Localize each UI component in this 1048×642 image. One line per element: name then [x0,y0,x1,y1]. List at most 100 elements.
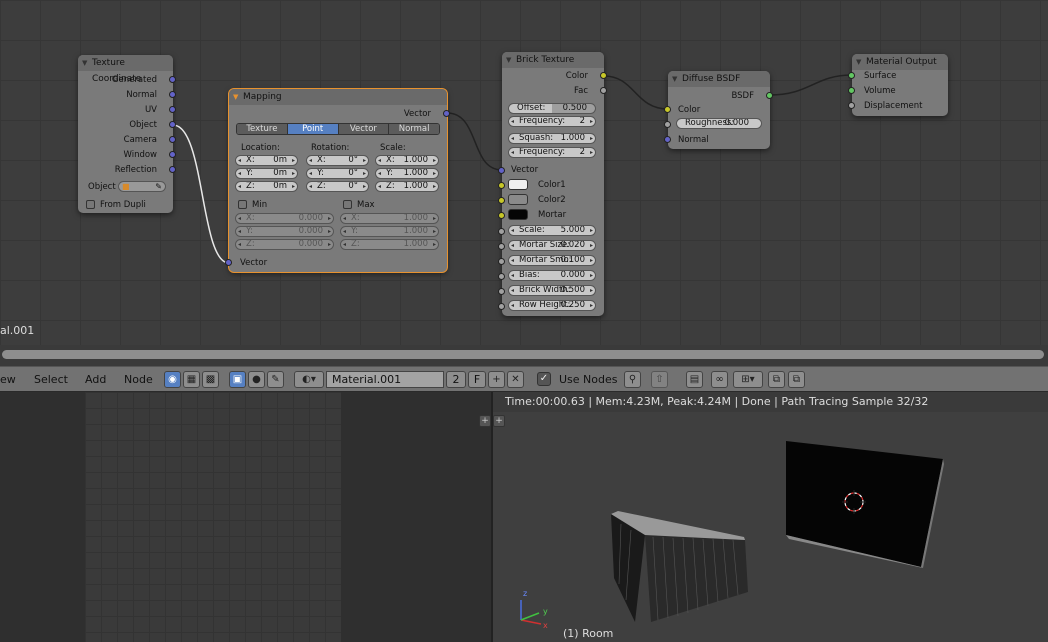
mapping-type-tabs[interactable]: Texture Point Vector Normal [236,123,440,135]
horizontal-scrollbar[interactable] [0,346,1048,364]
socket-normal[interactable] [169,91,176,98]
mortar-smooth-field[interactable]: ◂ Mortar Smo: 0.100 ▸ [508,255,596,266]
mapping-node[interactable]: ▼ Mapping Vector Texture Point Vector Nor… [225,89,450,272]
max-checkbox[interactable] [343,200,352,209]
location-x-field[interactable]: ◂ X: 0m ▸ [235,155,298,166]
tab-texture[interactable]: Texture [237,124,288,134]
socket-fac-out[interactable] [600,87,607,94]
material-output-node[interactable]: ▼ Material Output Surface Volume Displace… [848,54,948,116]
frequency-field-1[interactable]: ◂ Frequency: 2 ▸ [508,116,596,127]
socket-mortar-smooth-in[interactable] [498,258,505,265]
socket-color-in[interactable] [664,106,671,113]
frequency-field-2[interactable]: ◂ Frequency: 2 ▸ [508,147,596,158]
min-checkbox[interactable] [238,200,247,209]
socket-mortar-in[interactable] [498,212,505,219]
offset-slider[interactable]: Offset: 0.500 [508,103,596,114]
menu-select[interactable]: Select [34,373,68,386]
location-z-field[interactable]: ◂ Z: 0m ▸ [235,181,298,192]
menu-view[interactable]: ew [0,373,16,386]
texture-coordinate-node[interactable]: ▼ Texture Coordinate Generated Normal UV … [78,55,176,213]
toolshelf-toggle-icon[interactable]: + [493,415,505,427]
object-field[interactable]: ■ ✎ [118,181,166,192]
tab-normal[interactable]: Normal [389,124,439,134]
socket-bias-in[interactable] [498,273,505,280]
socket-color2-in[interactable] [498,197,505,204]
min-y-field[interactable]: ◂ Y: 0.000 ▸ [235,226,334,237]
location-y-field[interactable]: ◂ Y: 0m ▸ [235,168,298,179]
brick-width-field[interactable]: ◂ Brick Width: 0.500 ▸ [508,285,596,296]
object-shader-icon[interactable]: ▣ [229,371,246,388]
menu-add[interactable]: Add [85,373,106,386]
node-header[interactable]: ▼ Brick Texture [502,52,604,68]
socket-brick-width-in[interactable] [498,288,505,295]
brick-texture-node[interactable]: ▼ Brick Texture Color Fac Offset: 0.500 ◂ F… [498,52,607,316]
roughness-field[interactable]: Roughness: 0.000 [676,118,762,129]
color1-swatch[interactable] [508,179,528,190]
material-browse-icon[interactable]: ◐▾ [294,371,324,388]
line-style-icon[interactable]: ✎ [267,371,284,388]
socket-mortar-size-in[interactable] [498,243,505,250]
socket-generated[interactable] [169,76,176,83]
collapse-arrow-icon[interactable]: ▼ [82,55,87,71]
diffuse-bsdf-node[interactable]: ▼ Diffuse BSDF BSDF Color Roughness: 0.000… [664,71,773,149]
scale-z-field[interactable]: ◂ Z: 1.000 ▸ [375,181,439,192]
collapse-arrow-icon[interactable]: ▼ [856,54,861,70]
color2-swatch[interactable] [508,194,528,205]
socket-roughness-in[interactable] [664,121,671,128]
node-header[interactable]: ▼ Material Output [852,54,948,70]
rotation-y-field[interactable]: ◂ Y: 0° ▸ [306,168,369,179]
fake-user-button[interactable]: F [468,371,486,388]
material-name-field[interactable]: Material.001 [326,371,444,388]
socket-vector-out[interactable] [443,110,450,117]
image-editor-panel[interactable] [0,392,491,642]
socket-volume-in[interactable] [848,87,855,94]
scrollbar-thumb[interactable] [2,350,1044,359]
socket-normal-in[interactable] [664,136,671,143]
socket-displacement-in[interactable] [848,102,855,109]
split-area-icon[interactable]: + [479,415,491,427]
min-x-field[interactable]: ◂ X: 0.000 ▸ [235,213,334,224]
scale-x-field[interactable]: ◂ X: 1.000 ▸ [375,155,439,166]
socket-row-height-in[interactable] [498,303,505,310]
bias-field[interactable]: ◂ Bias: 0.000 ▸ [508,270,596,281]
pin-icon[interactable]: ⚲ [624,371,641,388]
scale-y-field[interactable]: ◂ Y: 1.000 ▸ [375,168,439,179]
node-header[interactable]: ▼ Mapping [229,89,447,105]
new-material-icon[interactable]: + [488,371,505,388]
texture-nodes-icon[interactable]: ▩ [202,371,219,388]
snap-icon[interactable]: ∞ [711,371,728,388]
mortar-size-field[interactable]: ◂ Mortar Size: 0.020 ▸ [508,240,596,251]
3d-viewport[interactable]: z y x Time:00:00.63 | Mem:4.23M, Peak:4.… [479,392,1048,642]
socket-camera[interactable] [169,136,176,143]
socket-reflection[interactable] [169,166,176,173]
tab-vector[interactable]: Vector [338,124,390,134]
squash-field[interactable]: ◂ Squash: 1.000 ▸ [508,133,596,144]
mortar-swatch[interactable] [508,209,528,220]
socket-color-out[interactable] [600,72,607,79]
socket-uv[interactable] [169,106,176,113]
snap-mode-icon[interactable]: ⊞▾ [733,371,763,388]
node-editor[interactable]: ▼ Texture Coordinate Generated Normal UV … [0,0,1048,345]
socket-object[interactable] [169,121,176,128]
socket-color1-in[interactable] [498,182,505,189]
row-height-field[interactable]: ◂ Row Height: 0.250 ▸ [508,300,596,311]
socket-vector-in[interactable] [225,259,232,266]
compositing-nodes-icon[interactable]: ▦ [183,371,200,388]
socket-bsdf-out[interactable] [766,92,773,99]
collapse-arrow-icon[interactable]: ▼ [506,52,511,68]
max-z-field[interactable]: ◂ Z: 1.000 ▸ [340,239,439,250]
go-parent-icon[interactable]: ⇧ [651,371,668,388]
min-z-field[interactable]: ◂ Z: 0.000 ▸ [235,239,334,250]
unlink-material-icon[interactable]: ✕ [507,371,524,388]
rotation-z-field[interactable]: ◂ Z: 0° ▸ [306,181,369,192]
eyedropper-icon[interactable]: ✎ [155,182,162,191]
shader-nodes-icon[interactable]: ◉ [164,371,181,388]
paste-nodes-icon[interactable]: ⧉ [788,371,805,388]
socket-surface-in[interactable] [848,72,855,79]
max-x-field[interactable]: ◂ X: 1.000 ▸ [340,213,439,224]
material-users-count[interactable]: 2 [446,371,466,388]
copy-nodes-icon[interactable]: ⧉ [768,371,785,388]
collapse-arrow-icon[interactable]: ▼ [233,89,238,105]
collapse-arrow-icon[interactable]: ▼ [672,71,677,87]
scale-field[interactable]: ◂ Scale: 5.000 ▸ [508,225,596,236]
